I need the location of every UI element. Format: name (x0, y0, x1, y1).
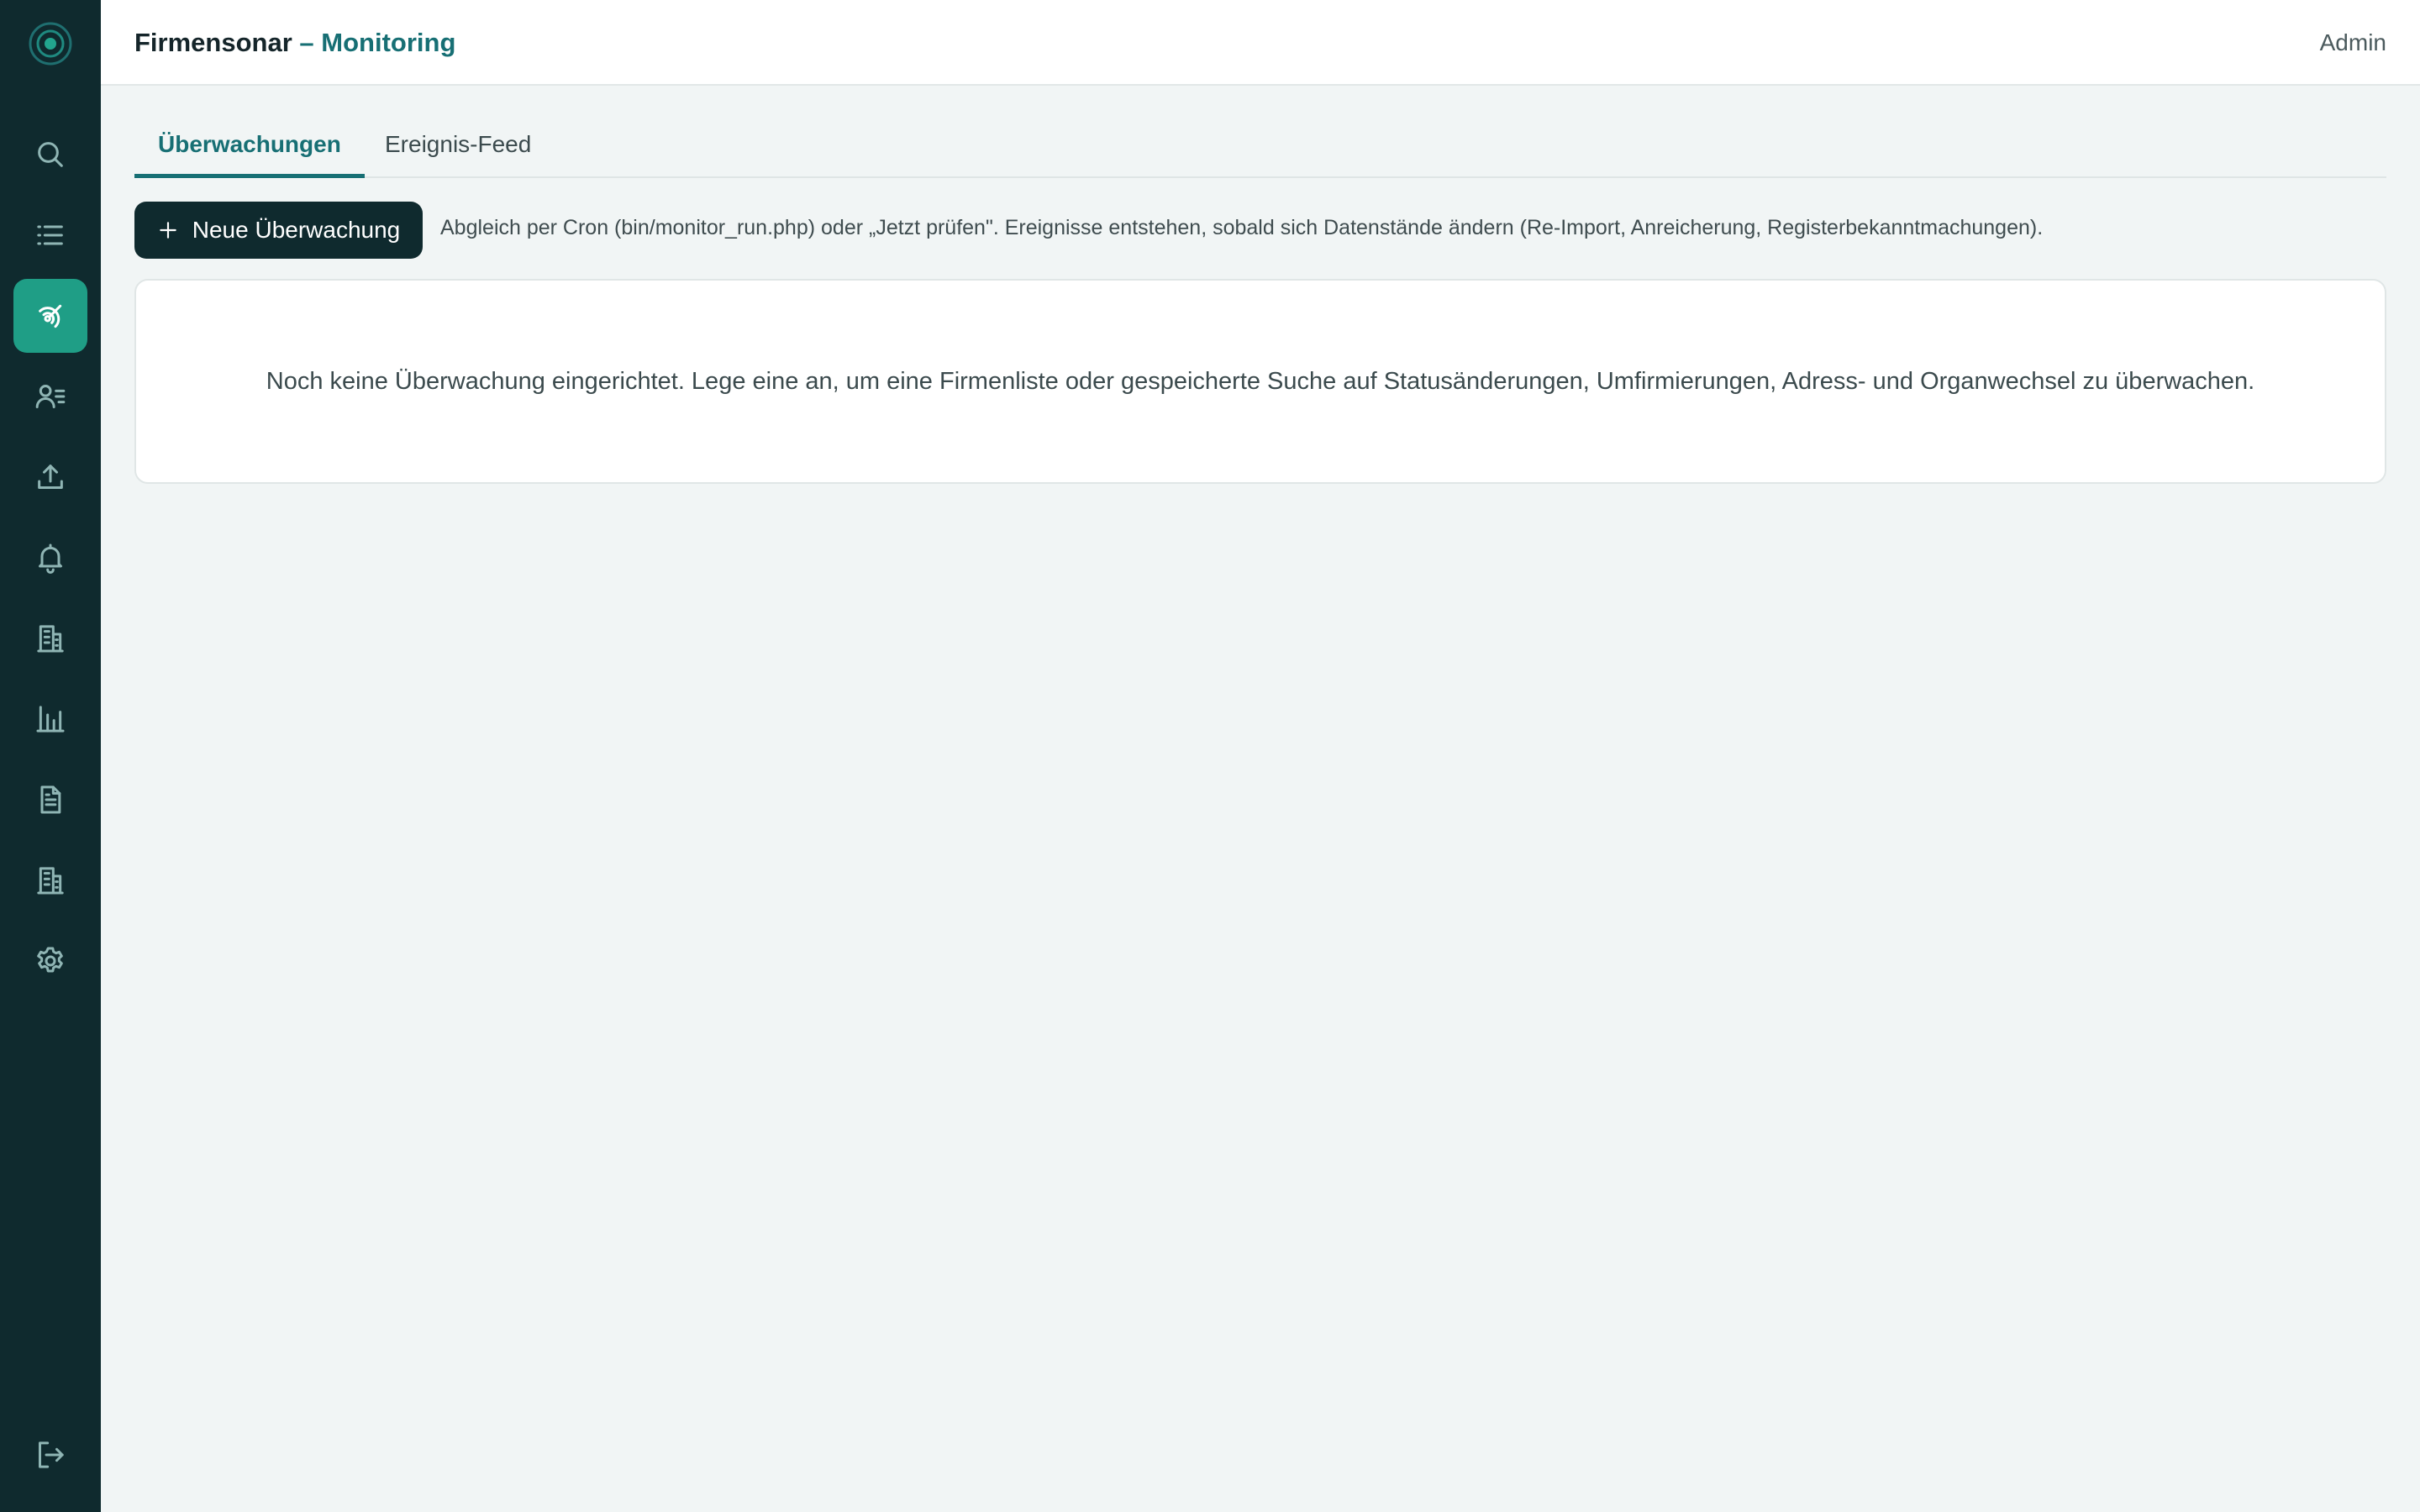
bar-chart-icon (36, 706, 65, 732)
sidebar-item-companies[interactable] (13, 601, 87, 675)
top-header: Firmensonar – Monitoring Admin (101, 0, 2420, 86)
sidebar-item-analytics[interactable] (13, 682, 87, 756)
building-icon (37, 625, 64, 653)
sidebar-item-lists[interactable] (13, 198, 87, 272)
new-monitor-button[interactable]: Neue Überwachung (134, 202, 423, 259)
radar-icon (39, 304, 62, 328)
logo-icon[interactable] (27, 20, 74, 67)
tab-bar: Überwachungen Ereignis-Feed (134, 118, 2386, 178)
empty-state-message: Noch keine Überwachung eingerichtet. Leg… (266, 367, 2255, 395)
sidebar-item-alerts[interactable] (13, 521, 87, 595)
contacts-icon (35, 385, 66, 408)
sync-hint-text: Abgleich per Cron (bin/monitor_run.php) … (440, 216, 2044, 239)
app-name: Firmensonar (134, 28, 292, 57)
empty-state-card: Noch keine Überwachung eingerichtet. Leg… (134, 279, 2386, 484)
search-icon (38, 142, 63, 167)
page-title: Firmensonar – Monitoring (134, 28, 455, 58)
sidebar-item-settings[interactable] (13, 924, 87, 998)
upload-icon (38, 465, 63, 489)
list-icon (37, 225, 63, 245)
sidebar-item-logout[interactable] (13, 1418, 87, 1492)
gear-icon (37, 947, 63, 973)
sidebar (0, 0, 101, 1512)
sidebar-item-import[interactable] (13, 440, 87, 514)
sidebar-item-monitoring[interactable] (13, 279, 87, 353)
new-monitor-label: Neue Überwachung (192, 217, 401, 243)
logout-icon (39, 1441, 64, 1468)
section-name: – Monitoring (299, 28, 456, 57)
tab-monitors[interactable]: Überwachungen (134, 118, 365, 178)
plus-icon (160, 222, 176, 239)
tab-event-feed[interactable]: Ereignis-Feed (361, 118, 555, 178)
building-icon (37, 867, 64, 895)
sidebar-item-contacts[interactable] (13, 360, 87, 433)
bell-icon (39, 543, 62, 574)
sidebar-item-search[interactable] (13, 118, 87, 192)
document-icon (40, 785, 61, 814)
sidebar-item-reports[interactable] (13, 763, 87, 837)
sidebar-item-registry[interactable] (13, 843, 87, 917)
user-menu[interactable]: Admin (2320, 29, 2386, 56)
